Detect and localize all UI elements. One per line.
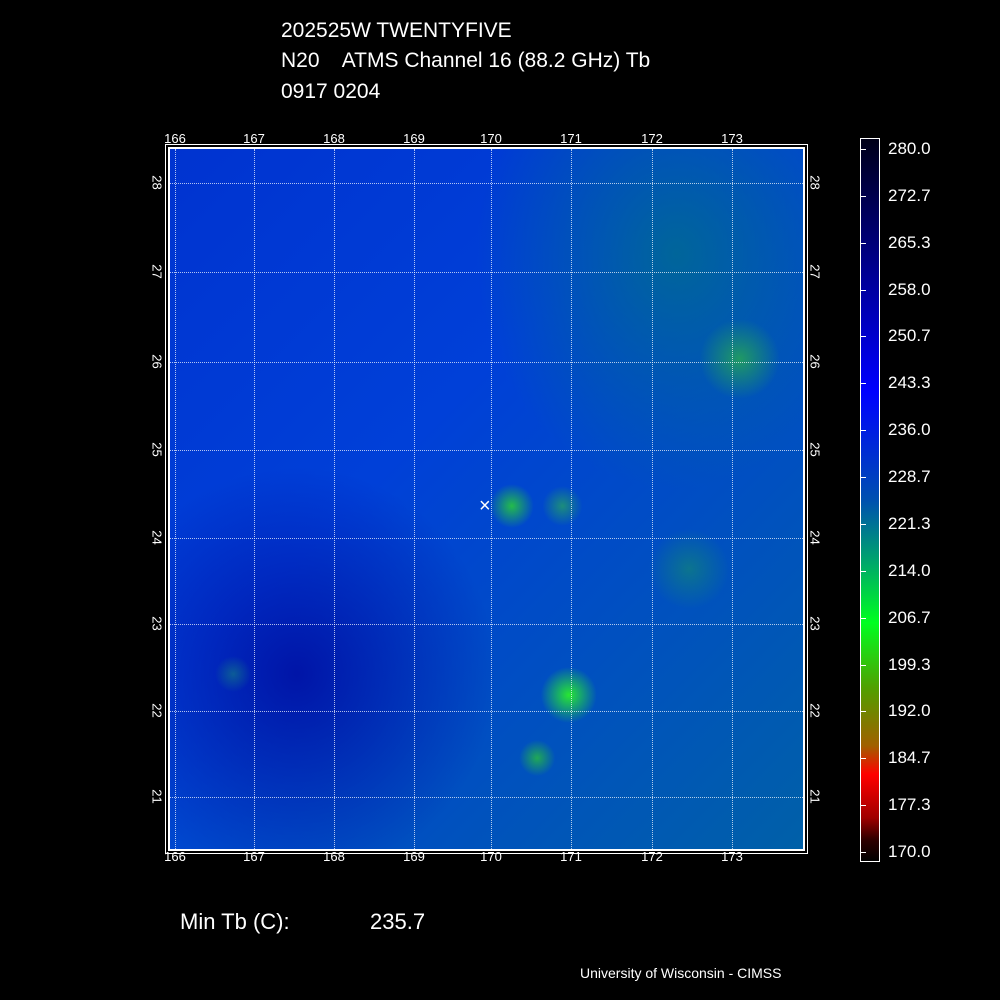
gridline-lat: [170, 624, 803, 625]
colorbar-label: 258.0: [888, 279, 931, 299]
lon-tick-bottom: 170: [480, 849, 502, 864]
lat-tick-right: 22: [807, 703, 823, 718]
colorbar-tick: [860, 289, 866, 291]
gridline-lat: [170, 797, 803, 798]
colorbar-tick: [860, 430, 866, 432]
lon-tick-top: 171: [560, 131, 582, 146]
colorbar-label: 221.3: [888, 513, 931, 533]
colorbar-tick: [860, 477, 866, 479]
gridline-lat: [170, 450, 803, 451]
colorbar-label: 228.7: [888, 467, 931, 487]
colorbar-label: 192.0: [888, 701, 931, 721]
lon-tick-bottom: 166: [164, 849, 186, 864]
gridline-lat: [170, 538, 803, 539]
title-time: 0917 0204: [281, 80, 381, 103]
colorbar-label: 199.3: [888, 654, 931, 674]
lat-tick-right: 26: [807, 354, 823, 369]
colorbar-tick: [860, 149, 866, 150]
lat-tick-right: 25: [807, 442, 823, 457]
min-tb-label: Min Tb (C):: [180, 909, 290, 934]
gridline-lat: [170, 362, 803, 363]
colorbar-label: 170.0: [888, 842, 931, 861]
colorbar-label: 214.0: [888, 560, 931, 580]
lon-tick-top: 168: [323, 131, 345, 146]
lon-tick-top: 173: [721, 131, 743, 146]
gridline-lon: [254, 149, 255, 849]
gridline-lon: [175, 149, 176, 849]
lat-tick-left: 25: [149, 442, 165, 457]
gridline-lon: [334, 149, 335, 849]
colorbar-label: 184.7: [888, 748, 931, 768]
lat-tick-right: 24: [807, 530, 823, 545]
lat-tick-right: 23: [807, 616, 823, 631]
gridline-lon: [732, 149, 733, 849]
colorbar-tick: [860, 336, 866, 338]
lon-tick-top: 169: [403, 131, 425, 146]
gridline-lat: [170, 711, 803, 712]
colorbar-tick: [860, 852, 866, 853]
colorbar-tick: [860, 570, 866, 572]
lat-tick-right: 28: [807, 175, 823, 190]
gridline-lat: [170, 183, 803, 184]
colorbar-label: 206.7: [888, 607, 931, 627]
colorbar-tick: [860, 523, 866, 525]
colorbar-label: 250.7: [888, 326, 931, 346]
lon-tick-bottom: 171: [560, 849, 582, 864]
colorbar: [860, 138, 880, 862]
lat-tick-left: 26: [149, 354, 165, 369]
colorbar-tick: [860, 383, 866, 385]
lon-tick-top: 172: [641, 131, 663, 146]
gridline-lat: [170, 272, 803, 273]
lat-tick-left: 21: [149, 789, 165, 804]
lon-tick-bottom: 169: [403, 849, 425, 864]
gridline-lon: [571, 149, 572, 849]
lon-tick-bottom: 167: [243, 849, 265, 864]
brightness-temperature-map: ×: [165, 144, 808, 854]
lat-tick-left: 23: [149, 616, 165, 631]
lat-tick-left: 28: [149, 175, 165, 190]
lon-tick-top: 170: [480, 131, 502, 146]
lat-tick-left: 27: [149, 264, 165, 279]
footer-credit: University of Wisconsin - CIMSS: [580, 965, 782, 981]
center-x-marker-icon: ×: [479, 495, 491, 517]
colorbar-label: 243.3: [888, 373, 931, 393]
colorbar-tick: [860, 242, 866, 244]
lon-tick-top: 166: [164, 131, 186, 146]
colorbar-label: 177.3: [888, 795, 931, 815]
lat-tick-right: 27: [807, 264, 823, 279]
colorbar-tick: [860, 664, 866, 666]
title-storm: 202525W TWENTYFIVE: [281, 19, 512, 42]
lat-tick-left: 24: [149, 530, 165, 545]
title-sensor: N20 ATMS Channel 16 (88.2 GHz) Tb: [281, 49, 651, 72]
lon-tick-top: 167: [243, 131, 265, 146]
colorbar-label: 265.3: [888, 232, 931, 252]
colorbar-label: 280.0: [888, 139, 931, 158]
colorbar-tick: [860, 805, 866, 807]
lat-tick-left: 22: [149, 703, 165, 718]
colorbar-tick: [860, 195, 866, 197]
gridline-lon: [491, 149, 492, 849]
colorbar-tick: [860, 617, 866, 619]
lon-tick-bottom: 172: [641, 849, 663, 864]
colorbar-label: 236.0: [888, 420, 931, 440]
gridline-lon: [414, 149, 415, 849]
colorbar-tick: [860, 711, 866, 713]
min-tb-value: 235.7: [370, 909, 426, 934]
gridline-lon: [652, 149, 653, 849]
colorbar-tick: [860, 758, 866, 760]
lon-tick-bottom: 168: [323, 849, 345, 864]
lat-tick-right: 21: [807, 789, 823, 804]
colorbar-label: 272.7: [888, 185, 931, 205]
lon-tick-bottom: 173: [721, 849, 743, 864]
